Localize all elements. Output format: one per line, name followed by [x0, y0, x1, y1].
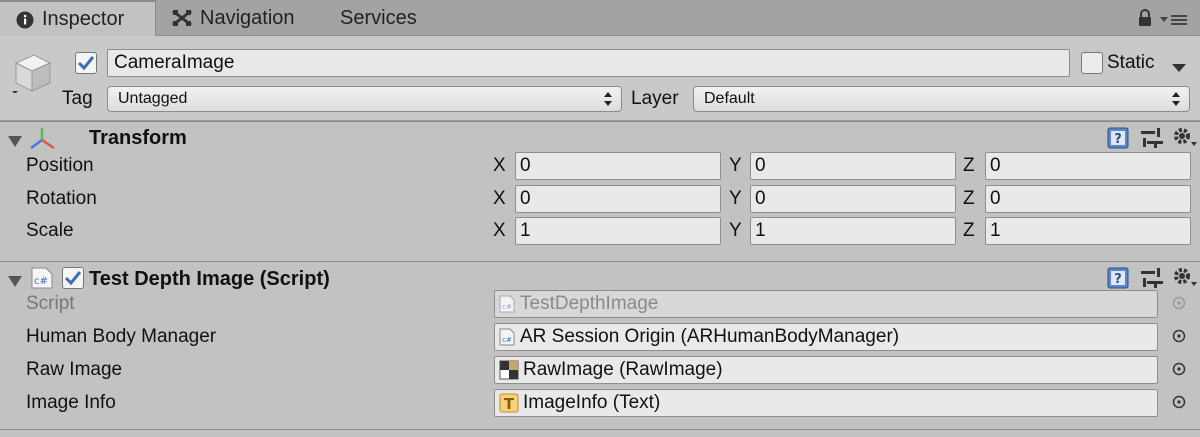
script-component-header[interactable]: c# Test Depth Image (Script) ?: [0, 261, 1200, 293]
rotation-y-input[interactable]: 0: [750, 185, 956, 213]
foldout-arrow-icon[interactable]: [8, 272, 22, 294]
tab-services[interactable]: Services: [340, 0, 440, 36]
preset-icon[interactable]: [1141, 128, 1163, 154]
gear-icon[interactable]: [1172, 266, 1198, 296]
static-label: Static: [1107, 52, 1155, 73]
axis-z-label: Z: [963, 155, 975, 176]
position-label: Position: [26, 155, 94, 176]
position-y-input[interactable]: 0: [750, 152, 956, 180]
transform-icon: [28, 126, 56, 156]
static-checkbox[interactable]: [1081, 52, 1103, 74]
csharp-icon: c#: [499, 328, 515, 346]
position-z-input[interactable]: 0: [985, 152, 1191, 180]
gameobject-header: CameraImage Static Tag Untagged Layer De…: [0, 36, 1200, 121]
text-icon: T: [499, 393, 519, 413]
layer-value: Default: [704, 90, 755, 107]
field-value: 0: [520, 188, 531, 209]
tab-menu-icon[interactable]: [1160, 11, 1188, 33]
field-value: 0: [520, 155, 531, 176]
svg-text:c#: c#: [502, 336, 512, 344]
axis-y-label: Y: [729, 220, 742, 241]
object-picker-icon: [1172, 296, 1186, 313]
axis-x-label: X: [493, 155, 506, 176]
layer-label: Layer: [631, 88, 679, 109]
layer-dropdown[interactable]: Default: [693, 86, 1190, 112]
info-icon: [16, 11, 34, 29]
tab-label: Navigation: [200, 6, 295, 29]
axis-x-label: X: [493, 220, 506, 241]
field-value: ImageInfo (Text): [523, 392, 661, 413]
field-value: 0: [990, 155, 1001, 176]
svg-text:c#: c#: [34, 276, 48, 287]
image-info-label: Image Info: [26, 392, 116, 413]
static-dropdown-icon[interactable]: [1172, 58, 1186, 80]
dropdown-arrow-icon: [1171, 88, 1181, 113]
help-icon[interactable]: ?: [1107, 127, 1129, 155]
object-picker-icon[interactable]: [1172, 329, 1186, 346]
tab-label: Inspector: [42, 8, 125, 30]
lock-icon[interactable]: [1138, 9, 1152, 33]
field-value: 1: [520, 220, 531, 241]
gameobject-icon: [10, 51, 52, 99]
position-x-input[interactable]: 0: [515, 152, 721, 180]
rotation-z-input[interactable]: 0: [985, 185, 1191, 213]
object-name-input[interactable]: CameraImage: [107, 49, 1070, 77]
bottom-divider: [0, 429, 1200, 430]
field-value: RawImage (RawImage): [523, 359, 723, 380]
scale-label: Scale: [26, 220, 74, 241]
svg-text:?: ?: [1114, 272, 1122, 287]
csharp-script-icon: c#: [30, 267, 54, 295]
tag-label: Tag: [62, 88, 93, 109]
field-value: 0: [755, 155, 766, 176]
dropdown-arrow-icon: [603, 88, 613, 113]
scale-z-input[interactable]: 1: [985, 217, 1191, 245]
axis-y-label: Y: [729, 188, 742, 209]
navigation-icon: [172, 9, 192, 27]
scale-y-input[interactable]: 1: [750, 217, 956, 245]
active-checkbox[interactable]: [75, 52, 97, 74]
rotation-x-input[interactable]: 0: [515, 185, 721, 213]
field-value: 1: [755, 220, 766, 241]
axis-y-label: Y: [729, 155, 742, 176]
tab-label: Services: [340, 6, 417, 29]
tag-dropdown[interactable]: Untagged: [107, 86, 622, 112]
tag-value: Untagged: [118, 90, 188, 107]
svg-text:?: ?: [1114, 132, 1122, 147]
script-field: c# TestDepthImage: [494, 290, 1158, 318]
axis-z-label: Z: [963, 220, 975, 241]
script-component-title: Test Depth Image (Script): [89, 268, 330, 290]
object-picker-icon[interactable]: [1172, 362, 1186, 379]
human-body-manager-label: Human Body Manager: [26, 326, 217, 347]
tab-inspector[interactable]: Inspector: [0, 0, 156, 37]
scale-x-input[interactable]: 1: [515, 217, 721, 245]
field-value: AR Session Origin (ARHumanBodyManager): [520, 326, 900, 347]
axis-x-label: X: [493, 188, 506, 209]
raw-image-label: Raw Image: [26, 359, 123, 380]
axis-z-label: Z: [963, 188, 975, 209]
rotation-label: Rotation: [26, 188, 97, 209]
field-value: 1: [990, 220, 1001, 241]
field-value: 0: [990, 188, 1001, 209]
script-label: Script: [26, 293, 75, 314]
raw-image-field[interactable]: RawImage (RawImage): [494, 356, 1158, 384]
tab-navigation[interactable]: Navigation: [172, 0, 322, 36]
svg-text:T: T: [504, 395, 515, 413]
csharp-icon: c#: [499, 295, 515, 313]
image-info-field[interactable]: T ImageInfo (Text): [494, 389, 1158, 417]
transform-title: Transform: [89, 127, 187, 149]
tab-bar: Inspector Navigation Services: [0, 0, 1200, 37]
component-enabled-checkbox[interactable]: [62, 267, 84, 289]
field-value: TestDepthImage: [520, 293, 659, 314]
svg-text:c#: c#: [502, 303, 512, 311]
field-value: 0: [755, 188, 766, 209]
object-name-value: CameraImage: [114, 52, 235, 73]
human-body-manager-field[interactable]: c# AR Session Origin (ARHumanBodyManager…: [494, 323, 1158, 351]
transform-header[interactable]: Transform ?: [0, 121, 1200, 153]
foldout-arrow-icon[interactable]: [8, 132, 22, 154]
object-picker-icon[interactable]: [1172, 395, 1186, 412]
rawimage-icon: [499, 360, 519, 380]
